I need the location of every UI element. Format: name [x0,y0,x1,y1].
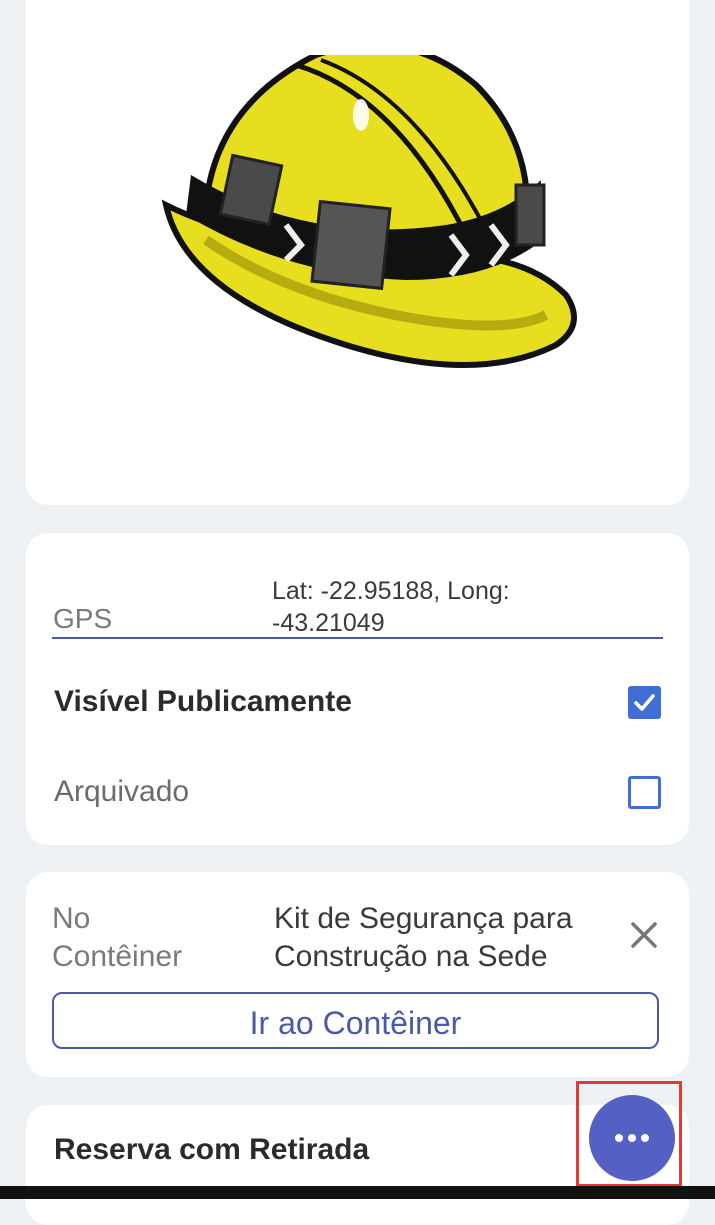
container-value-line1: Kit de Segurança para [274,902,573,935]
gps-value: Lat: -22.95188, Long: -43.21049 [272,575,510,639]
container-label: No Contêiner [52,900,182,976]
more-dot [628,1134,636,1142]
gps-label: GPS [53,603,113,634]
more-dots-icon [615,1134,623,1142]
properties-card: GPS Lat: -22.95188, Long: -43.21049 Visí… [26,533,689,845]
container-label-line1: No [52,902,91,935]
gps-value-line1: Lat: -22.95188, Long: [272,577,510,605]
more-actions-button[interactable] [589,1095,675,1181]
container-card: No Contêiner Kit de Segurança para Const… [26,872,689,1077]
checkmark-icon [634,694,655,711]
public-visible-checkbox[interactable] [628,686,661,719]
public-visible-label: Visível Publicamente [54,685,352,718]
container-value: Kit de Segurança para Construção na Sede [274,900,573,976]
go-to-container-button[interactable]: Ir ao Contêiner [52,992,659,1049]
close-icon[interactable] [630,921,658,949]
container-value-line2: Construção na Sede [274,940,548,973]
reservation-label: Reserva com Retirada [54,1133,370,1166]
gps-underline [52,637,663,639]
more-dot [641,1134,649,1142]
gps-value-line2: -43.21049 [272,609,385,637]
hard-hat-image [161,55,577,368]
bottom-system-bar [0,1186,715,1199]
archived-label: Arquivado [54,775,190,808]
container-label-line2: Contêiner [52,940,183,973]
item-image-card[interactable] [26,0,689,505]
archived-checkbox[interactable] [628,776,661,809]
